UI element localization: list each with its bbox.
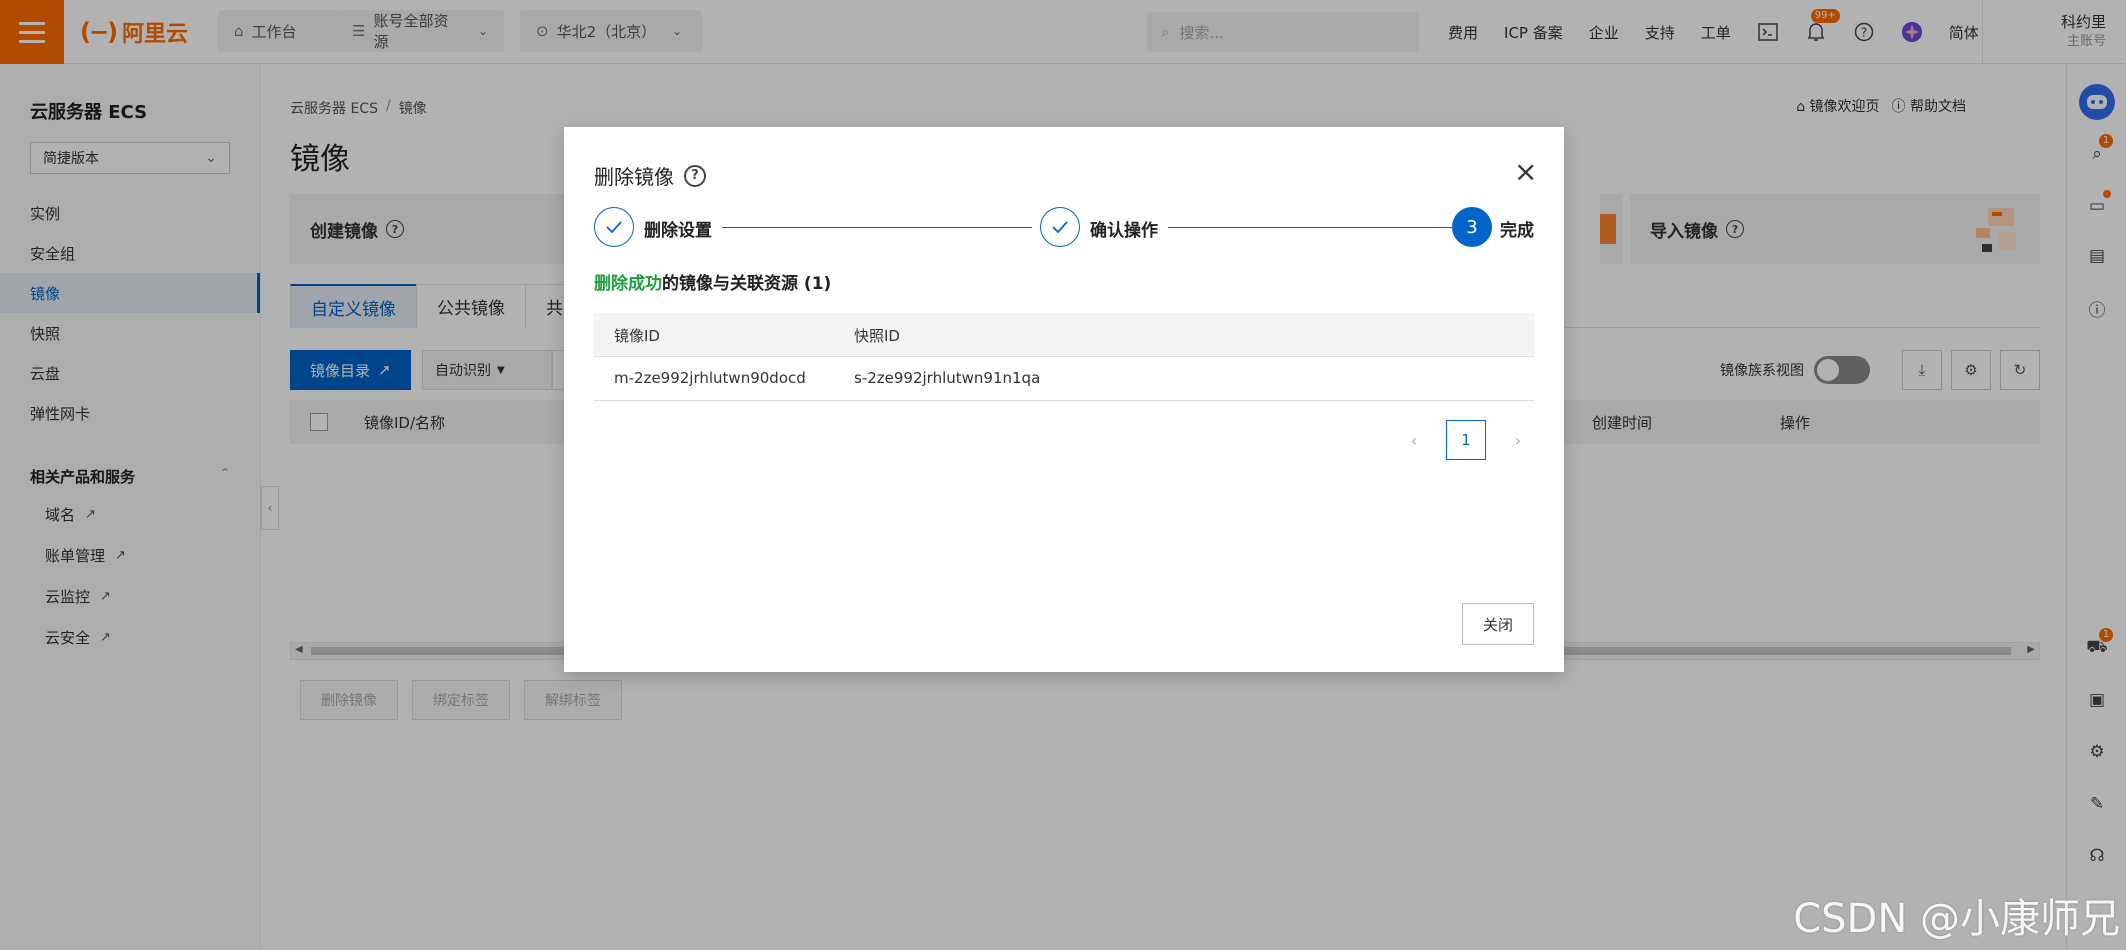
pagination: ‹ 1 › (1398, 420, 1534, 460)
close-button[interactable]: 关闭 (1462, 603, 1534, 645)
prev-page-icon[interactable]: ‹ (1398, 420, 1430, 460)
page-number[interactable]: 1 (1446, 420, 1486, 460)
dialog-title-text: 删除镜像 (594, 165, 674, 189)
step-connector (1168, 227, 1480, 228)
table-row: m-2ze992jrhlutwn90docd s-2ze992jrhlutwn9… (594, 357, 1534, 401)
image-id-cell: m-2ze992jrhlutwn90docd (614, 369, 806, 387)
csdn-watermark: CSDN @小康师兄 (1793, 896, 2120, 942)
next-page-icon[interactable]: › (1502, 420, 1534, 460)
steps-indicator: 删除设置 确认操作 3 完成 (594, 207, 1534, 249)
success-text: 删除成功 (594, 274, 662, 294)
help-icon[interactable]: ? (684, 164, 706, 187)
dialog-title: 删除镜像 ? (594, 161, 706, 190)
result-table-header: 镜像ID 快照ID (594, 313, 1534, 357)
close-icon[interactable]: × (1514, 158, 1537, 186)
column-image-id: 镜像ID (614, 327, 660, 345)
step-2-label: 确认操作 (1090, 221, 1158, 241)
step-3-number: 3 (1452, 207, 1492, 247)
step-3-label: 完成 (1500, 221, 1534, 241)
result-table: 镜像ID 快照ID m-2ze992jrhlutwn90docd s-2ze99… (594, 313, 1534, 401)
step-1-label: 删除设置 (644, 221, 712, 241)
delete-image-dialog: 删除镜像 ? × 删除设置 确认操作 3 完成 删除成功的镜像与关联资源 (1)… (564, 127, 1564, 672)
step-1-check-icon (594, 207, 634, 247)
summary-rest: 的镜像与关联资源 (1) (662, 274, 832, 294)
result-summary: 删除成功的镜像与关联资源 (1) (594, 269, 831, 294)
snapshot-id-cell: s-2ze992jrhlutwn91n1qa (854, 369, 1041, 387)
step-connector (722, 227, 1032, 228)
step-2-check-icon (1040, 207, 1080, 247)
column-snapshot-id: 快照ID (854, 327, 900, 345)
